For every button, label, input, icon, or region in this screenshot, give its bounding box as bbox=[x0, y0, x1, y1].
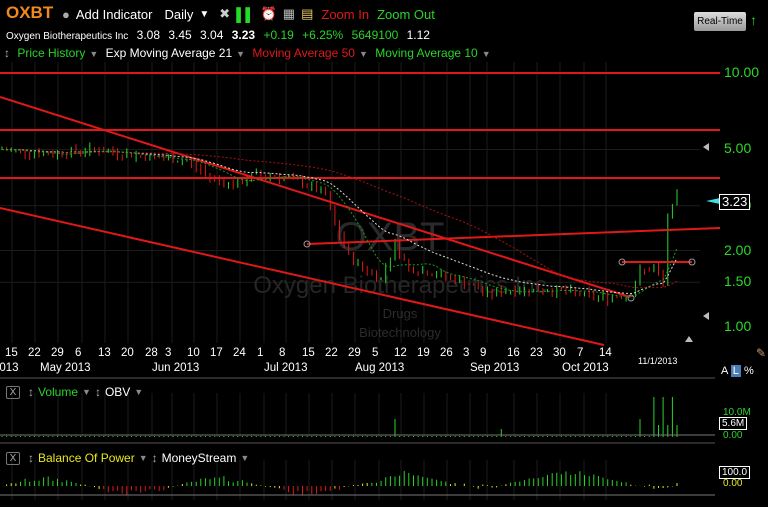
trendlines bbox=[0, 72, 721, 346]
date-tick: 30 bbox=[553, 347, 566, 359]
bop-axis-zero: 0.00 bbox=[723, 478, 743, 489]
volume-axis-zero: 0.00 bbox=[723, 430, 743, 441]
drag-handle-icon[interactable]: ↕ bbox=[152, 451, 158, 465]
cursor-date: 11/1/2013 bbox=[638, 356, 678, 366]
drag-handle-icon[interactable]: ↕ bbox=[28, 451, 34, 465]
month-label: Oct 2013 bbox=[562, 362, 609, 374]
scale-buttons: A L % bbox=[721, 365, 754, 377]
moneystream-indicator[interactable]: MoneyStream bbox=[162, 451, 237, 465]
price-tick: 1.50 bbox=[724, 273, 752, 290]
date-tick: 6 bbox=[75, 347, 82, 359]
date-tick: 16 bbox=[507, 347, 520, 359]
chevron-down-icon[interactable]: ▼ bbox=[134, 387, 143, 397]
close-panel-button[interactable]: X bbox=[6, 451, 20, 465]
month-label: Sep 2013 bbox=[470, 362, 520, 374]
scroll-up-icon bbox=[685, 336, 693, 342]
date-tick: 8 bbox=[279, 347, 286, 359]
scale-log[interactable]: L bbox=[730, 365, 741, 377]
date-tick: 20 bbox=[121, 347, 134, 359]
date-tick: 22 bbox=[325, 347, 338, 359]
last-price-marker bbox=[706, 198, 720, 204]
date-tick: 12 bbox=[394, 347, 407, 359]
price-tick: 2.00 bbox=[724, 241, 752, 258]
bop-indicator[interactable]: Balance Of Power bbox=[38, 451, 135, 465]
date-tick: 10 bbox=[187, 347, 200, 359]
bop-bars bbox=[0, 470, 715, 496]
watermark-sector: Drugs bbox=[383, 306, 418, 321]
chevron-down-icon[interactable]: ▼ bbox=[240, 453, 249, 463]
date-tick: 19 bbox=[417, 347, 430, 359]
date-tick: 3 bbox=[165, 347, 172, 359]
drag-handle-icon[interactable]: ↕ bbox=[28, 385, 34, 399]
month-label: 2013 bbox=[0, 362, 19, 374]
date-tick: 14 bbox=[599, 347, 612, 359]
date-tick: 28 bbox=[145, 347, 158, 359]
scale-percent[interactable]: % bbox=[744, 365, 754, 377]
volume-panel-header: X ↕ Volume ▼ ↕ OBV ▼ bbox=[6, 385, 143, 399]
scale-auto[interactable]: A bbox=[721, 365, 728, 377]
date-tick: 5 bbox=[372, 347, 379, 359]
chevron-down-icon[interactable]: ▼ bbox=[139, 453, 148, 463]
price-tick: 5.00 bbox=[724, 140, 752, 157]
volume-indicator[interactable]: Volume bbox=[38, 385, 78, 399]
date-tick: 3 bbox=[463, 347, 470, 359]
close-panel-button[interactable]: X bbox=[6, 385, 20, 399]
drag-handle-icon[interactable]: ↕ bbox=[95, 385, 101, 399]
date-tick: 15 bbox=[5, 347, 18, 359]
bop-panel-header: X ↕ Balance Of Power ▼ ↕ MoneyStream ▼ bbox=[6, 451, 249, 465]
date-tick: 29 bbox=[348, 347, 361, 359]
month-label: Aug 2013 bbox=[355, 362, 405, 374]
date-tick: 17 bbox=[210, 347, 223, 359]
date-tick: 7 bbox=[577, 347, 584, 359]
date-tick: 13 bbox=[98, 347, 111, 359]
month-label: Jul 2013 bbox=[264, 362, 308, 374]
last-price-label: 3.23 bbox=[719, 194, 751, 210]
volume-value: 5.6M bbox=[719, 417, 748, 430]
chevron-down-icon[interactable]: ▼ bbox=[82, 387, 91, 397]
scale-arrow-icon bbox=[703, 312, 709, 320]
date-tick: 24 bbox=[233, 347, 246, 359]
volume-bars bbox=[0, 397, 715, 437]
date-tick: 1 bbox=[257, 347, 264, 359]
date-tick: 15 bbox=[302, 347, 315, 359]
date-tick: 29 bbox=[51, 347, 64, 359]
date-tick: 23 bbox=[530, 347, 543, 359]
trendline-upper bbox=[0, 96, 631, 298]
price-tick: 10.00 bbox=[724, 64, 760, 80]
pencil-icon[interactable]: ✎ bbox=[756, 346, 766, 360]
price-chart[interactable]: OXBT Oxygen Biotherapeutics Inc Drugs Bi… bbox=[0, 0, 768, 507]
date-tick: 26 bbox=[440, 347, 453, 359]
month-label: Jun 2013 bbox=[152, 362, 200, 374]
obv-indicator[interactable]: OBV bbox=[105, 385, 130, 399]
date-tick: 9 bbox=[480, 347, 487, 359]
watermark-industry: Biotechnology bbox=[359, 325, 441, 340]
date-tick: 22 bbox=[28, 347, 41, 359]
scale-arrow-icon bbox=[703, 143, 709, 151]
price-tick: 1.00 bbox=[724, 318, 752, 334]
month-label: May 2013 bbox=[40, 362, 91, 374]
